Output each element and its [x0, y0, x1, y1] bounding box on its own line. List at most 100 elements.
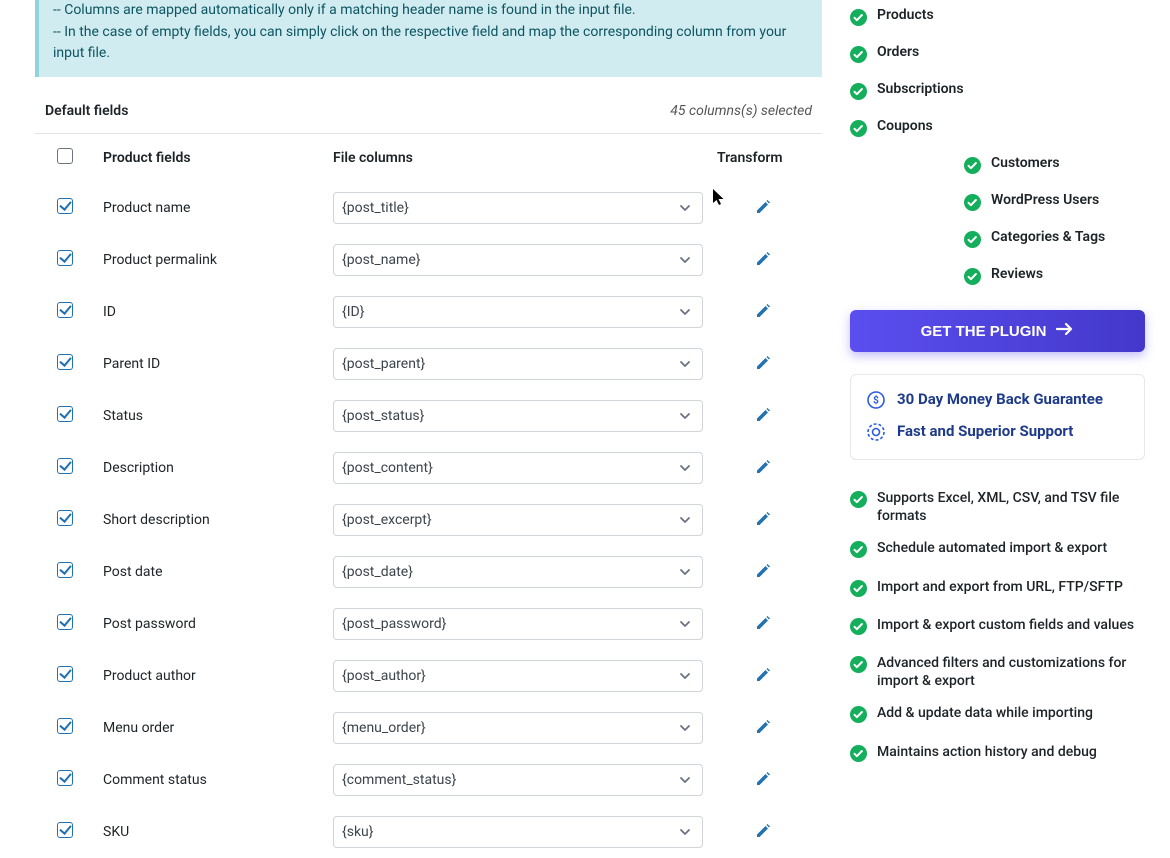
file-column-select[interactable]: {ID} — [333, 296, 703, 328]
file-column-select[interactable]: {post_parent} — [333, 348, 703, 380]
item-label: Advanced filters and customizations for … — [877, 654, 1145, 690]
section-header: Default fields 45 columns(s) selected — [35, 95, 822, 133]
mapping-table: Product fields File columns Transform Pr… — [35, 133, 822, 858]
get-plugin-button[interactable]: GET THE PLUGIN — [850, 310, 1145, 352]
file-column-select[interactable]: {post_status} — [333, 400, 703, 432]
select-value: {post_excerpt} — [342, 512, 432, 528]
table-row: Product author {post_author} — [35, 650, 822, 702]
pencil-icon[interactable] — [719, 510, 772, 527]
file-column-select[interactable]: {post_title} — [333, 192, 703, 224]
file-column-select[interactable]: {comment_status} — [333, 764, 703, 796]
pencil-icon[interactable] — [719, 250, 772, 267]
chevron-down-icon — [678, 721, 692, 735]
item-label: Supports Excel, XML, CSV, and TSV file f… — [877, 489, 1145, 525]
check-circle-icon — [850, 618, 867, 640]
guarantee-box: $ 30 Day Money Back Guarantee Fast and S… — [850, 374, 1145, 460]
check-circle-icon — [850, 580, 867, 602]
table-row: Comment status{comment_status} — [35, 754, 822, 806]
selected-count: 45 columns(s) selected — [670, 103, 812, 119]
header-file-columns: File columns — [325, 134, 711, 183]
file-column-select[interactable]: {post_excerpt} — [333, 504, 703, 536]
item-label: Coupons — [877, 118, 933, 134]
chevron-down-icon — [678, 773, 692, 787]
select-value: {post_status} — [342, 408, 424, 424]
arrow-right-icon — [1056, 322, 1074, 340]
money-back-text: 30 Day Money Back Guarantee — [897, 389, 1103, 410]
check-circle-icon — [850, 46, 867, 67]
table-row: Product name{post_title} — [35, 182, 822, 234]
row-checkbox[interactable] — [57, 406, 73, 422]
select-all-checkbox[interactable] — [57, 148, 73, 164]
row-checkbox[interactable] — [57, 614, 73, 630]
pencil-icon[interactable] — [719, 406, 772, 423]
item-label: Schedule automated import & export — [877, 539, 1107, 557]
item-label: Customers — [991, 155, 1060, 171]
chevron-down-icon — [678, 617, 692, 631]
pencil-icon[interactable] — [719, 458, 772, 475]
row-label: Product author — [95, 650, 325, 702]
row-checkbox[interactable] — [57, 302, 73, 318]
select-value: {sku} — [342, 824, 374, 840]
info-line-1: -- Columns are mapped automatically only… — [53, 0, 808, 22]
row-label: SKU — [95, 806, 325, 858]
pencil-icon[interactable] — [719, 770, 772, 787]
table-row: Description{post_content} — [35, 442, 822, 494]
check-circle-icon — [964, 268, 981, 289]
pencil-icon[interactable] — [719, 302, 772, 319]
pencil-icon[interactable] — [719, 718, 772, 735]
feature-list-top: ProductsOrdersSubscriptionsCoupons — [850, 0, 1145, 148]
row-checkbox[interactable] — [57, 822, 73, 838]
row-label: Post password — [95, 598, 325, 650]
row-checkbox[interactable] — [57, 198, 73, 214]
select-value: {post_author} — [342, 668, 426, 684]
pencil-icon[interactable] — [719, 822, 772, 839]
chevron-down-icon — [678, 513, 692, 527]
file-column-select[interactable]: {post_author} — [333, 660, 703, 692]
row-checkbox[interactable] — [57, 718, 73, 734]
select-value: {post_title} — [342, 200, 409, 216]
info-line-2: -- In the case of empty fields, you can … — [53, 22, 808, 65]
row-checkbox[interactable] — [57, 666, 73, 682]
row-checkbox[interactable] — [57, 354, 73, 370]
feature-list-top-indent: CustomersWordPress UsersCategories & Tag… — [850, 148, 1145, 296]
cta-label: GET THE PLUGIN — [921, 323, 1047, 340]
row-checkbox[interactable] — [57, 250, 73, 266]
row-label: Short description — [95, 494, 325, 546]
pencil-icon[interactable] — [719, 666, 772, 683]
file-column-select[interactable]: {post_content} — [333, 452, 703, 484]
table-row: Short description {post_excerpt} — [35, 494, 822, 546]
check-circle-icon — [850, 706, 867, 728]
check-circle-icon — [850, 9, 867, 30]
header-product-fields: Product fields — [95, 134, 325, 183]
file-column-select[interactable]: {post_date} — [333, 556, 703, 588]
row-checkbox[interactable] — [57, 562, 73, 578]
check-circle-icon — [964, 194, 981, 215]
pencil-icon[interactable] — [719, 198, 772, 215]
file-column-select[interactable]: {menu_order} — [333, 712, 703, 744]
pencil-icon[interactable] — [719, 614, 772, 631]
chevron-down-icon — [678, 669, 692, 683]
file-column-select[interactable]: {post_password} — [333, 608, 703, 640]
row-checkbox[interactable] — [57, 770, 73, 786]
file-column-select[interactable]: {sku} — [333, 816, 703, 848]
select-value: {menu_order} — [342, 720, 426, 736]
support-text: Fast and Superior Support — [897, 421, 1073, 442]
feature-list-bottom: Supports Excel, XML, CSV, and TSV file f… — [850, 482, 1145, 774]
file-column-select[interactable]: {post_name} — [333, 244, 703, 276]
pencil-icon[interactable] — [719, 562, 772, 579]
select-value: {post_parent} — [342, 356, 425, 372]
table-row: SKU {sku} — [35, 806, 822, 858]
svg-text:$: $ — [873, 394, 879, 407]
select-value: {post_content} — [342, 460, 433, 476]
table-row: Menu order{menu_order} — [35, 702, 822, 754]
select-value: {post_date} — [342, 564, 413, 580]
list-item: Customers — [964, 148, 1145, 185]
item-label: Products — [877, 7, 934, 23]
list-item: Subscriptions — [850, 74, 1145, 111]
info-box: -- Columns are mapped automatically only… — [35, 0, 822, 77]
item-label: WordPress Users — [991, 192, 1099, 208]
row-checkbox[interactable] — [57, 458, 73, 474]
list-item: WordPress Users — [964, 185, 1145, 222]
row-checkbox[interactable] — [57, 510, 73, 526]
pencil-icon[interactable] — [719, 354, 772, 371]
